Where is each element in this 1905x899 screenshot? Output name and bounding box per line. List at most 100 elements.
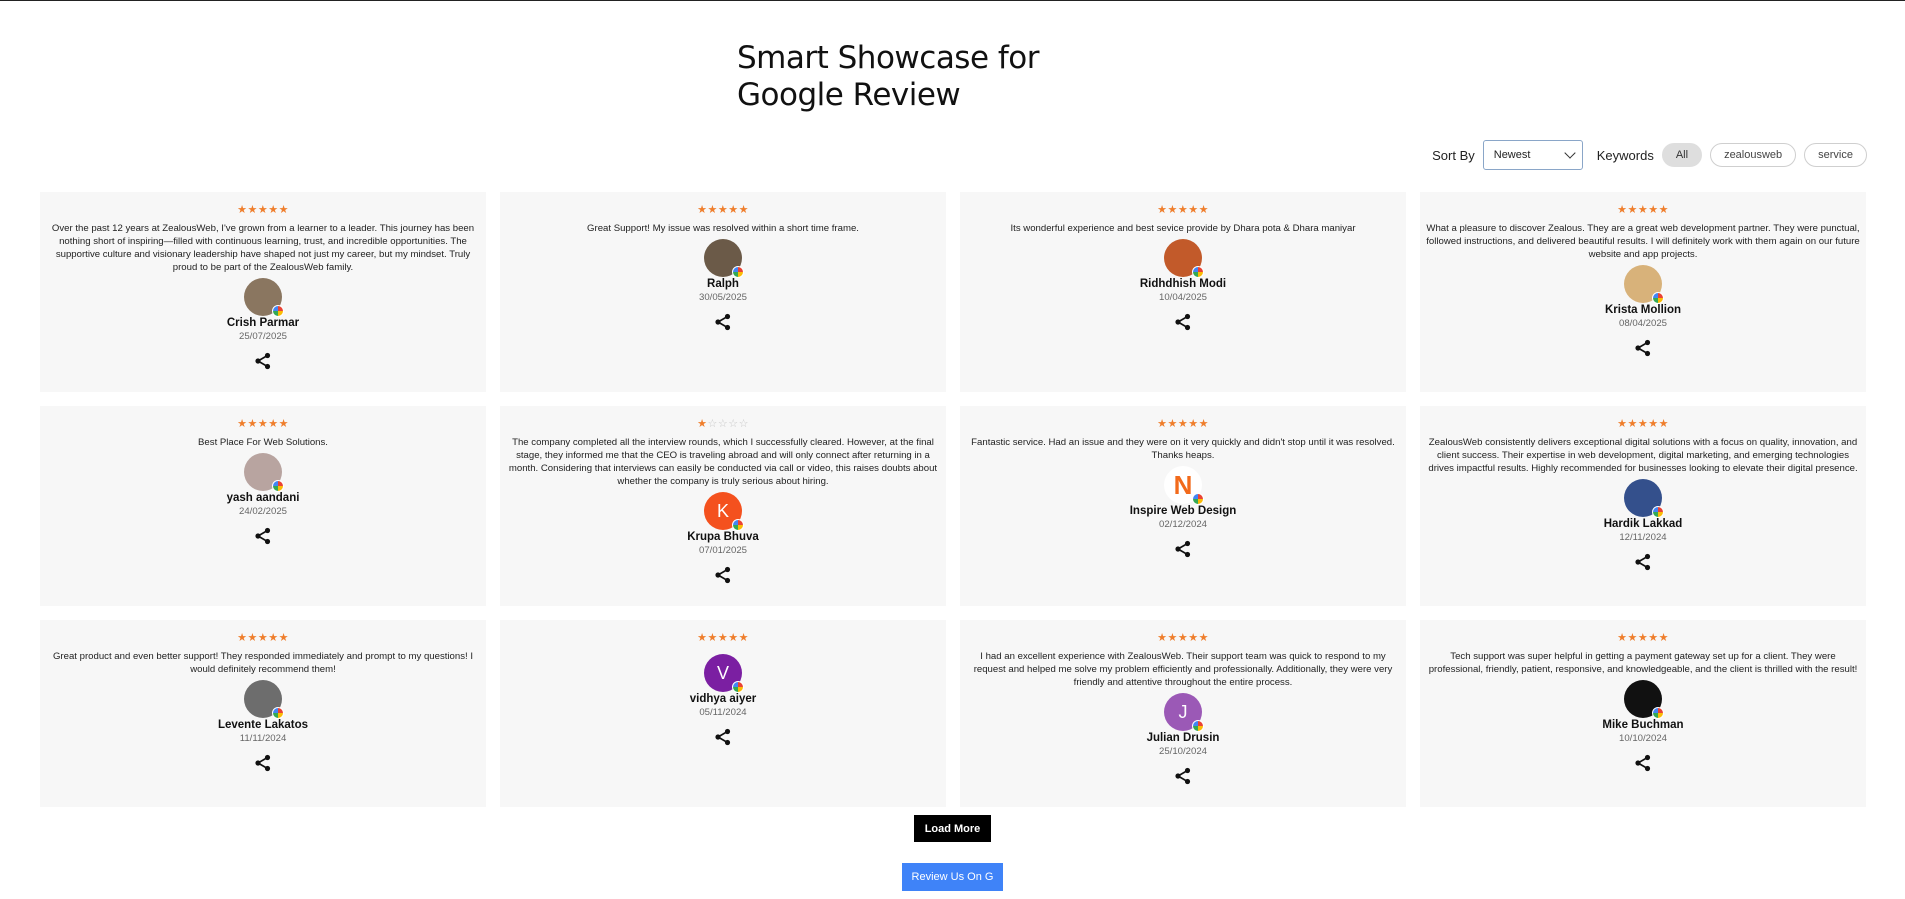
star-icon: ★	[1157, 418, 1168, 430]
google-badge-icon	[1652, 707, 1664, 719]
star-rating: ★★★★★	[697, 205, 749, 216]
reviewer-name: Krupa Bhuva	[687, 531, 759, 543]
review-card: ★★★★★ I had an excellent experience with …	[960, 620, 1406, 807]
star-icon: ★	[1617, 204, 1628, 216]
avatar: N	[1164, 466, 1204, 505]
star-icon: ★	[1617, 418, 1628, 430]
review-date: 25/07/2025	[238, 331, 287, 342]
star-icon: ★	[237, 204, 248, 216]
star-icon: ☆	[717, 418, 729, 430]
avatar	[244, 453, 284, 492]
review-text: Its wonderful experience and best sevice…	[1010, 223, 1356, 234]
star-icon: ★	[268, 418, 279, 430]
star-icon: ★	[237, 418, 248, 430]
keyword-chip-zealousweb[interactable]: zealousweb	[1710, 143, 1797, 167]
star-rating: ★★★★★	[1157, 419, 1209, 430]
google-badge-icon	[272, 480, 284, 492]
review-date: 10/10/2024	[1618, 733, 1667, 744]
star-rating: ★★★★★	[237, 419, 289, 430]
star-icon: ☆	[707, 418, 718, 430]
review-text: What a pleasure to discover Zealous. The…	[1426, 223, 1860, 260]
reviewer-name: Crish Parmar	[226, 317, 300, 329]
star-icon: ★	[728, 204, 739, 216]
star-icon: ★	[257, 418, 269, 430]
share-icon[interactable]	[1174, 313, 1192, 331]
share-icon[interactable]	[1634, 754, 1652, 772]
review-text: I had an excellent experience with Zealo…	[973, 651, 1393, 688]
star-icon: ★	[247, 632, 258, 644]
share-icon[interactable]	[254, 352, 272, 370]
star-rating: ★★★★★	[1157, 205, 1209, 216]
star-icon: ★	[1167, 418, 1178, 430]
star-icon: ★	[1637, 418, 1649, 430]
star-icon: ★	[1188, 204, 1199, 216]
google-badge-icon	[1192, 266, 1204, 278]
star-icon: ★	[268, 204, 279, 216]
reviewer-name: vidhya aiyer	[689, 693, 757, 705]
reviewer-name: Hardik Lakkad	[1603, 518, 1683, 530]
review-date: 11/11/2024	[239, 733, 287, 744]
star-icon: ★	[697, 418, 708, 430]
star-rating: ★☆☆☆☆	[697, 419, 749, 430]
avatar-initial: V	[716, 662, 729, 683]
sort-label: Sort By	[1432, 147, 1475, 163]
review-card: ★★★★★ Vvidhya aiyer 05/11/2024	[500, 620, 946, 807]
review-card: ★★★★★ Best Place For Web Solutions. yash a…	[40, 406, 486, 606]
star-rating: ★★★★★	[1617, 205, 1669, 216]
google-badge-icon	[272, 305, 284, 317]
star-icon: ★	[1188, 418, 1199, 430]
star-icon: ★	[1637, 204, 1649, 216]
review-card: ★★★★★ Fantastic service. Had an issue and…	[960, 406, 1406, 606]
avatar-initial: J	[1178, 701, 1188, 722]
star-icon: ★	[717, 204, 729, 216]
review-text: Great product and even better support! T…	[52, 651, 474, 675]
avatar	[244, 278, 284, 317]
review-card: ★★★★★ Tech support was super helpful in g…	[1420, 620, 1866, 807]
review-text: Best Place For Web Solutions.	[198, 437, 328, 448]
google-badge-icon	[1192, 720, 1204, 732]
review-date: 07/01/2025	[698, 545, 747, 556]
star-icon: ★	[1198, 418, 1209, 430]
share-icon[interactable]	[1174, 540, 1192, 558]
share-icon[interactable]	[1634, 339, 1652, 357]
keywords-label: Keywords	[1596, 147, 1654, 163]
google-badge-icon	[1192, 493, 1204, 505]
google-badge-icon	[732, 519, 744, 531]
review-us-button[interactable]: Review Us On G	[902, 863, 1003, 891]
reviewer-name: Inspire Web Design	[1129, 505, 1237, 517]
share-icon[interactable]	[254, 754, 272, 772]
star-icon: ★	[1627, 418, 1638, 430]
review-date: 10/04/2025	[1158, 292, 1207, 303]
share-icon[interactable]	[714, 313, 732, 331]
avatar-initial: K	[716, 500, 729, 521]
star-icon: ☆	[728, 418, 739, 430]
star-icon: ★	[247, 418, 258, 430]
avatar	[704, 239, 744, 278]
review-text: Great Support! My issue was resolved wit…	[587, 223, 859, 234]
chevron-down-icon	[1564, 147, 1576, 159]
star-rating: ★★★★★	[1617, 419, 1669, 430]
star-icon: ★	[1648, 204, 1659, 216]
keyword-chip-all[interactable]: All	[1661, 143, 1703, 167]
keyword-chip-service[interactable]: service	[1804, 143, 1867, 167]
share-icon[interactable]	[714, 728, 732, 746]
share-icon[interactable]	[1174, 767, 1192, 785]
share-icon[interactable]	[714, 566, 732, 584]
share-icon[interactable]	[1634, 553, 1652, 571]
star-icon: ☆	[738, 418, 749, 430]
star-icon: ★	[707, 204, 718, 216]
star-rating: ★★★★★	[237, 633, 289, 644]
star-icon: ★	[1648, 418, 1659, 430]
title-line-1: Smart Showcase for	[737, 40, 1040, 76]
star-rating: ★★★★★	[1617, 633, 1669, 644]
sort-select[interactable]: Newest	[1482, 140, 1583, 170]
star-rating: ★★★★★	[237, 205, 289, 216]
page-title: Smart Showcase for Google Review	[737, 40, 1040, 114]
star-icon: ★	[257, 632, 269, 644]
share-icon[interactable]	[254, 527, 272, 545]
review-grid: ★★★★★ Over the past 12 years at ZealousWe…	[40, 192, 1866, 807]
star-icon: ★	[738, 204, 749, 216]
review-card: ★★★★★ Great Support! My issue was resolve…	[500, 192, 946, 392]
load-more-button[interactable]: Load More	[914, 815, 991, 842]
star-icon: ★	[738, 632, 749, 644]
